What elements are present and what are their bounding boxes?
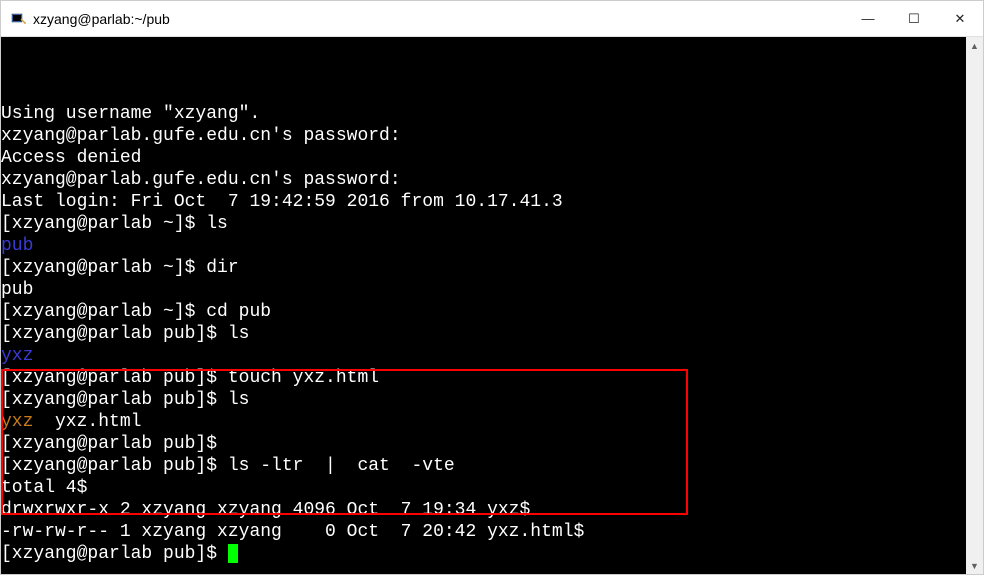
terminal-line: pub bbox=[1, 279, 966, 301]
terminal-text: [xzyang@parlab ~]$ dir bbox=[1, 258, 239, 278]
terminal-wrap: Using username "xzyang".xzyang@parlab.gu… bbox=[1, 37, 983, 574]
terminal-line: xzyang@parlab.gufe.edu.cn's password: bbox=[1, 169, 966, 191]
terminal-line: [xzyang@parlab ~]$ cd pub bbox=[1, 301, 966, 323]
terminal-text: yxz bbox=[1, 346, 33, 366]
terminal-text: [xzyang@parlab ~]$ cd pub bbox=[1, 302, 271, 322]
terminal-text: Using username "xzyang". bbox=[1, 104, 260, 124]
terminal-text: yxz.html bbox=[33, 412, 141, 432]
window-title: xzyang@parlab:~/pub bbox=[33, 11, 845, 27]
scroll-up-icon[interactable]: ▲ bbox=[966, 37, 983, 54]
terminal-line: [xzyang@parlab pub]$ bbox=[1, 543, 966, 565]
terminal-line: pub bbox=[1, 235, 966, 257]
terminal-text: total 4$ bbox=[1, 478, 87, 498]
terminal-text: [xzyang@parlab pub]$ bbox=[1, 544, 228, 564]
terminal-line: [xzyang@parlab pub]$ touch yxz.html bbox=[1, 367, 966, 389]
terminal-line: [xzyang@parlab ~]$ dir bbox=[1, 257, 966, 279]
terminal-text: pub bbox=[1, 236, 33, 256]
window-controls: — ☐ ✕ bbox=[845, 1, 983, 36]
terminal[interactable]: Using username "xzyang".xzyang@parlab.gu… bbox=[1, 37, 966, 574]
terminal-text: [xzyang@parlab pub]$ bbox=[1, 434, 217, 454]
terminal-text: xzyang@parlab.gufe.edu.cn's password: bbox=[1, 170, 401, 190]
terminal-line: [xzyang@parlab pub]$ bbox=[1, 433, 966, 455]
putty-icon bbox=[9, 10, 27, 28]
cursor-icon bbox=[228, 544, 238, 563]
putty-window: xzyang@parlab:~/pub — ☐ ✕ Using username… bbox=[0, 0, 984, 575]
terminal-text: [xzyang@parlab pub]$ ls bbox=[1, 324, 249, 344]
scrollbar[interactable]: ▲ ▼ bbox=[966, 37, 983, 574]
terminal-text: [xzyang@parlab pub]$ ls -ltr | cat -vte bbox=[1, 456, 455, 476]
terminal-text: [xzyang@parlab ~]$ ls bbox=[1, 214, 228, 234]
terminal-text: xzyang@parlab.gufe.edu.cn's password: bbox=[1, 126, 401, 146]
terminal-line: total 4$ bbox=[1, 477, 966, 499]
terminal-line: [xzyang@parlab ~]$ ls bbox=[1, 213, 966, 235]
terminal-line: drwxrwxr-x 2 xzyang xzyang 4096 Oct 7 19… bbox=[1, 499, 966, 521]
terminal-line: Using username "xzyang". bbox=[1, 103, 966, 125]
title-bar: xzyang@parlab:~/pub — ☐ ✕ bbox=[1, 1, 983, 37]
terminal-line: xzyang@parlab.gufe.edu.cn's password: bbox=[1, 125, 966, 147]
terminal-line: [xzyang@parlab pub]$ ls bbox=[1, 323, 966, 345]
terminal-line: -rw-rw-r-- 1 xzyang xzyang 0 Oct 7 20:42… bbox=[1, 521, 966, 543]
scroll-down-icon[interactable]: ▼ bbox=[966, 557, 983, 574]
terminal-line: Last login: Fri Oct 7 19:42:59 2016 from… bbox=[1, 191, 966, 213]
maximize-button[interactable]: ☐ bbox=[891, 1, 937, 36]
terminal-text: [xzyang@parlab pub]$ ls bbox=[1, 390, 249, 410]
terminal-text: -rw-rw-r-- 1 xzyang xzyang 0 Oct 7 20:42… bbox=[1, 522, 584, 542]
terminal-line: [xzyang@parlab pub]$ ls bbox=[1, 389, 966, 411]
terminal-line: Access denied bbox=[1, 147, 966, 169]
terminal-text: drwxrwxr-x 2 xzyang xzyang 4096 Oct 7 19… bbox=[1, 500, 530, 520]
terminal-text: pub bbox=[1, 280, 33, 300]
terminal-text: yxz bbox=[1, 412, 33, 432]
terminal-line: yxz yxz.html bbox=[1, 411, 966, 433]
terminal-text: [xzyang@parlab pub]$ touch yxz.html bbox=[1, 368, 379, 388]
terminal-text: Access denied bbox=[1, 148, 141, 168]
close-button[interactable]: ✕ bbox=[937, 1, 983, 36]
terminal-text: Last login: Fri Oct 7 19:42:59 2016 from… bbox=[1, 192, 563, 212]
minimize-button[interactable]: — bbox=[845, 1, 891, 36]
terminal-line: yxz bbox=[1, 345, 966, 367]
terminal-line: [xzyang@parlab pub]$ ls -ltr | cat -vte bbox=[1, 455, 966, 477]
